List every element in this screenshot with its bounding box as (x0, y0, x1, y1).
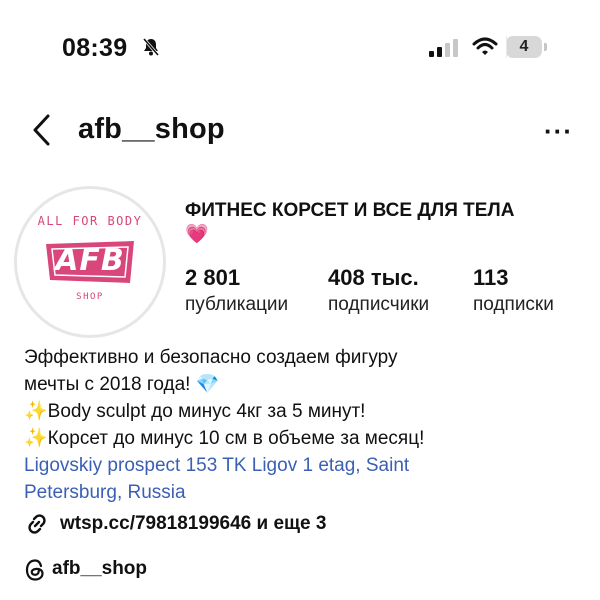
more-options-button[interactable]: ··· (544, 116, 573, 147)
location-line-1: Ligovskiy prospect 153 TK Ligov 1 etag, … (24, 455, 410, 476)
profile-name: ФИТНЕС КОРСЕТ И ВСЕ ДЛЯ ТЕЛА 💗 (185, 199, 585, 247)
chevron-left-icon (33, 114, 50, 146)
battery-tip (544, 43, 547, 51)
avatar[interactable]: ALL FOR BODY AFB SHOP (20, 192, 160, 332)
cellular-signal-icon (428, 38, 458, 63)
battery-percent: 4 (519, 38, 529, 55)
bio-line: ✨Корсет до минус 10 см в объеме за месяц… (24, 428, 425, 449)
stat-following-count[interactable]: 113 (473, 265, 509, 291)
location-line-2: Petersburg, Russia (24, 482, 186, 503)
bio-line: ✨Body sculpt до минус 4кг за 5 минут! (24, 401, 366, 422)
stat-followers-count[interactable]: 408 тыс. (328, 265, 419, 291)
heart-emoji: 💗 (185, 224, 209, 245)
external-links[interactable]: wtsp.cc/79818199646 и еще 3 (60, 513, 326, 535)
profile-name-text: ФИТНЕС КОРСЕТ И ВСЕ ДЛЯ ТЕЛА (185, 200, 515, 221)
stat-following-label[interactable]: подписки (473, 294, 554, 316)
battery-icon: 4 (506, 36, 542, 58)
stat-followers-label[interactable]: подписчики (328, 294, 429, 316)
back-button[interactable] (28, 112, 56, 148)
logo-top-text: ALL FOR BODY (37, 214, 143, 228)
wifi-icon (472, 36, 498, 63)
link-icon[interactable] (24, 511, 50, 542)
stat-posts-count[interactable]: 2 801 (185, 265, 240, 291)
threads-icon[interactable] (24, 558, 46, 587)
threads-handle[interactable]: afb__shop (52, 558, 147, 580)
logo-main-text: AFB (55, 243, 125, 278)
status-time: 08:39 (62, 34, 128, 62)
bio-line: Эффективно и безопасно создаем фигуру (24, 347, 398, 368)
location-link[interactable]: Ligovskiy prospect 153 TK Ligov 1 etag, … (24, 452, 584, 506)
stat-posts-label[interactable]: публикации (185, 294, 288, 316)
bell-muted-icon (140, 36, 162, 63)
logo-bottom-text: SHOP (76, 292, 104, 302)
profile-username: afb__shop (78, 113, 225, 145)
bio-line: мечты с 2018 года! 💎 (24, 374, 220, 395)
